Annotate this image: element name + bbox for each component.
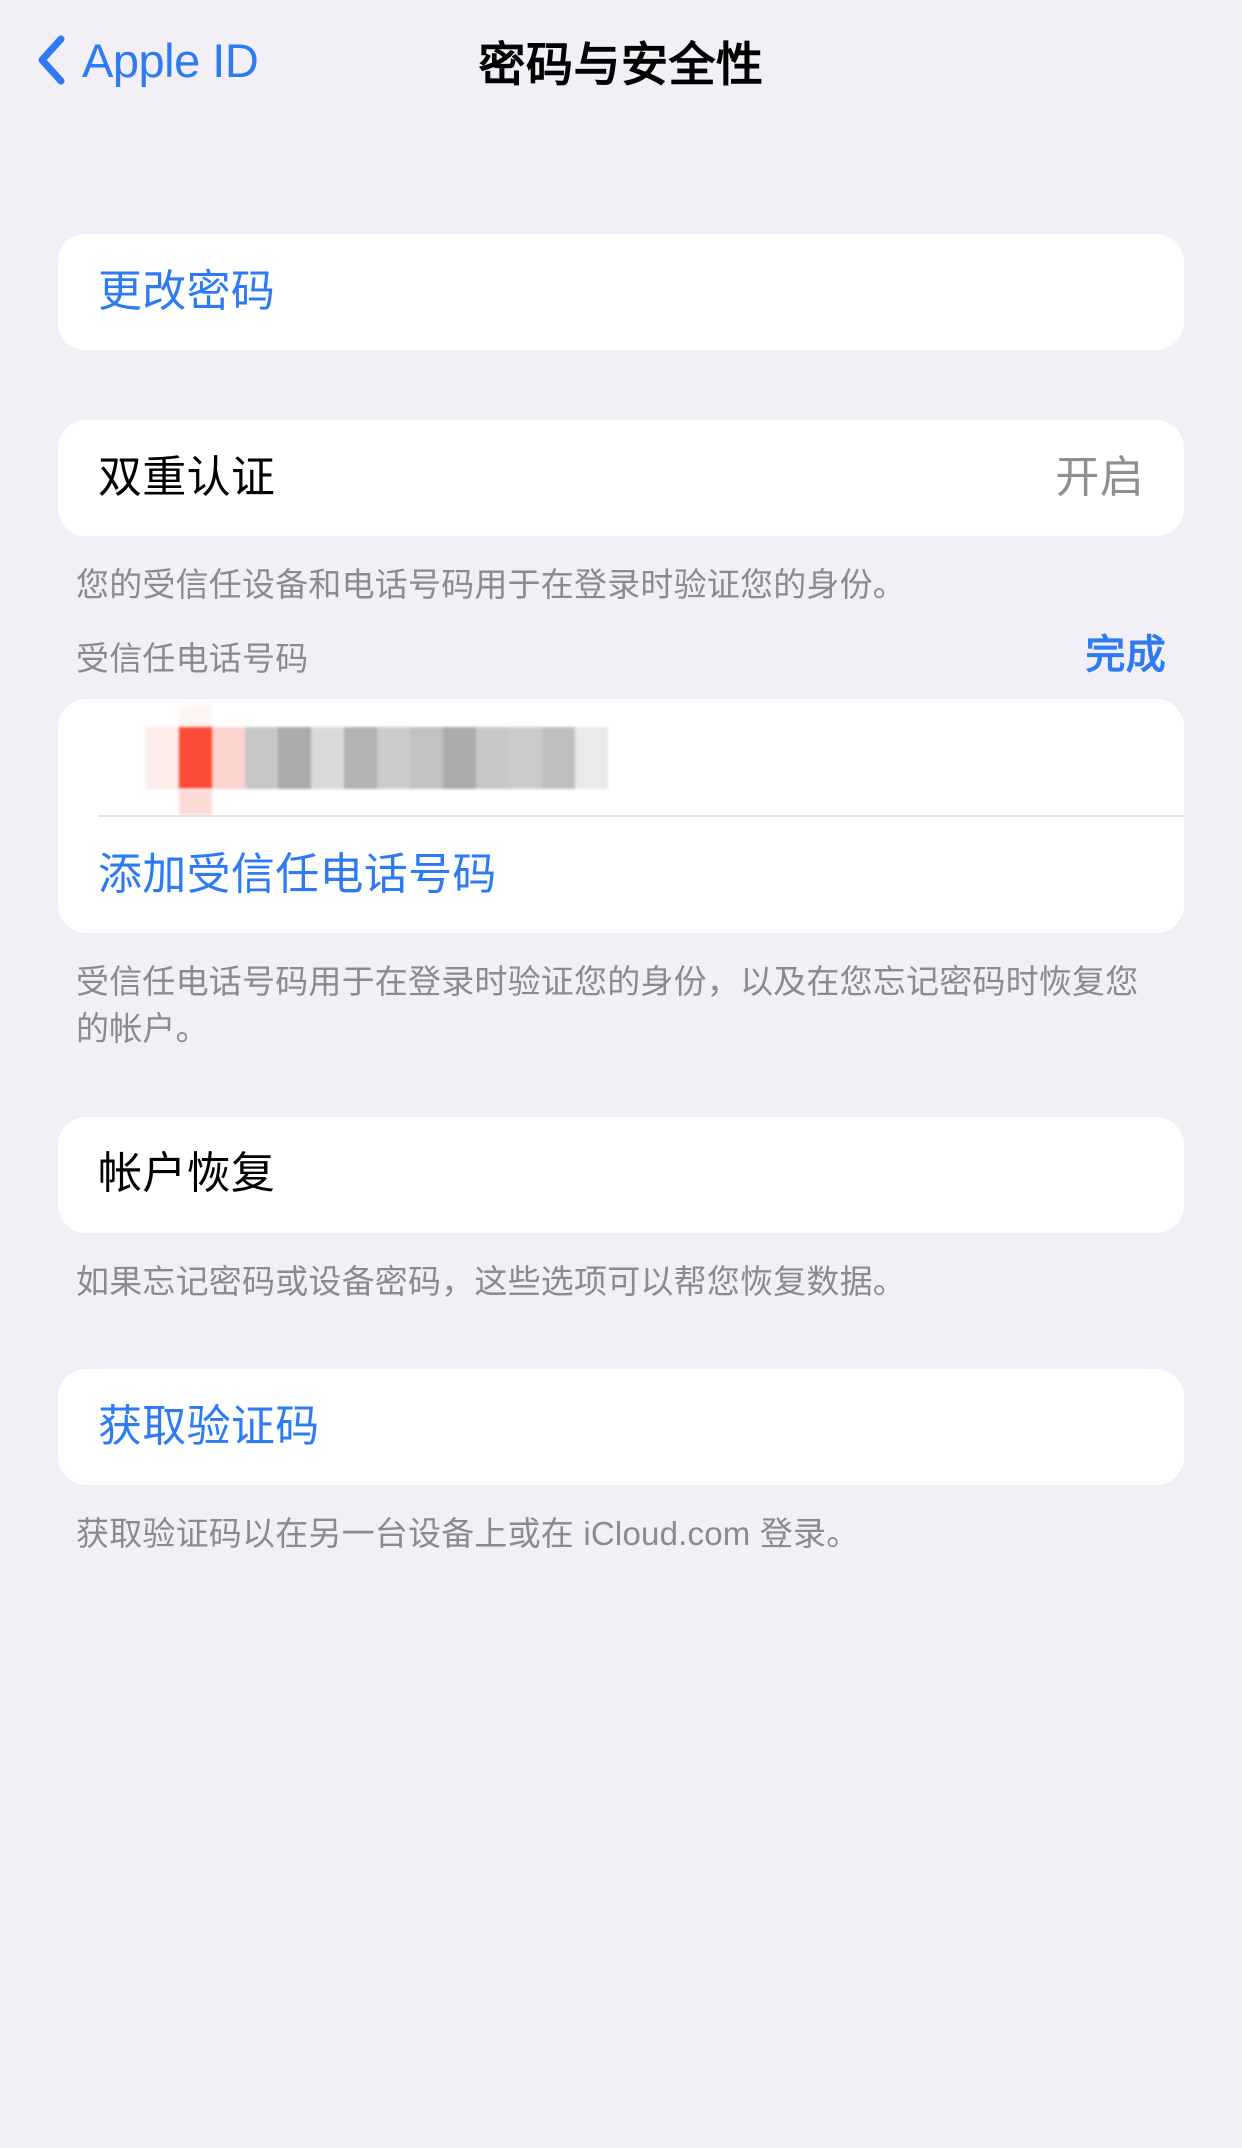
back-button-label: Apple ID [82,37,258,84]
redacted-block [311,727,344,789]
spacer-after-trusted-phone [58,1053,1184,1117]
redacted-block [146,727,179,789]
two-factor-footnote: 您的受信任设备和电话号码用于在登录时验证您的身份。 [58,562,1184,609]
trusted-phone-footnote: 受信任电话号码用于在登录时验证您的身份，以及在您忘记密码时恢复您的帐户。 [58,959,1184,1053]
two-factor-label: 双重认证 [98,454,275,502]
redacted-block [179,727,212,789]
redacted-phone-number [146,727,608,789]
back-button[interactable]: Apple ID [0,34,258,86]
change-password-row[interactable]: 更改密码 [58,234,1184,350]
done-button[interactable]: 完成 [1085,631,1166,679]
redacted-ghost-bottom [179,789,212,815]
redacted-block [542,727,575,789]
redacted-block [245,727,278,789]
account-recovery-label: 帐户恢复 [98,1150,275,1198]
two-factor-row[interactable]: 双重认证 开启 [58,420,1184,536]
redacted-block [575,727,608,789]
verification-code-row[interactable]: 获取验证码 [58,1369,1184,1485]
redacted-block [278,727,311,789]
verification-code-label: 获取验证码 [98,1403,320,1451]
redacted-block [443,727,476,789]
change-password-label: 更改密码 [98,268,275,316]
add-trusted-phone-label: 添加受信任电话号码 [98,851,497,899]
redacted-block [344,727,377,789]
two-factor-status-value: 开启 [1055,454,1144,502]
settings-content: 更改密码 双重认证 开启 您的受信任设备和电话号码用于在登录时验证您的身份。 受… [0,120,1242,1558]
navigation-bar: Apple ID 密码与安全性 [0,0,1242,120]
redacted-block [212,727,245,789]
trusted-phone-number-row[interactable] [58,699,1184,815]
spacer-after-change-password [58,350,1184,420]
two-factor-card: 双重认证 开启 [58,420,1184,536]
trusted-phone-card: 添加受信任电话号码 [58,699,1184,933]
account-recovery-row[interactable]: 帐户恢复 [58,1117,1184,1233]
account-recovery-footnote: 如果忘记密码或设备密码，这些选项可以帮您恢复数据。 [58,1259,1184,1306]
redacted-block [377,727,410,789]
redacted-block [509,727,542,789]
spacer-after-account-recovery [58,1305,1184,1369]
trusted-phone-header-label: 受信任电话号码 [76,639,308,679]
account-recovery-card: 帐户恢复 [58,1117,1184,1233]
trusted-phone-group-header: 受信任电话号码 完成 [58,631,1184,679]
verification-code-footnote: 获取验证码以在另一台设备上或在 iCloud.com 登录。 [58,1511,1184,1558]
change-password-card: 更改密码 [58,234,1184,350]
verification-code-card: 获取验证码 [58,1369,1184,1485]
add-trusted-phone-row[interactable]: 添加受信任电话号码 [58,817,1184,933]
chevron-left-icon [34,34,68,86]
redacted-block [410,727,443,789]
redacted-block [476,727,509,789]
spacer-top [58,120,1184,234]
